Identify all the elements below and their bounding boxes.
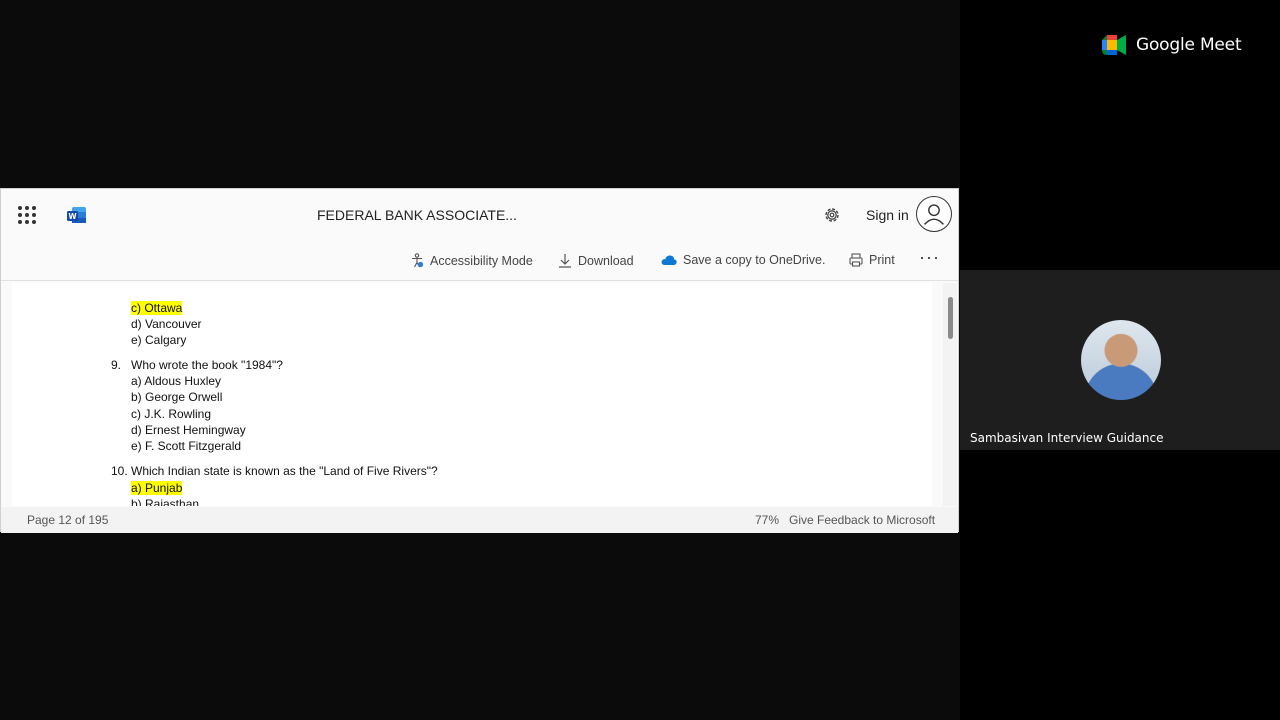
q8-option-c: c) Ottawa — [131, 301, 183, 315]
accessibility-icon — [412, 253, 424, 268]
svg-text:W: W — [68, 212, 77, 221]
q9-option-e: e) F. Scott Fitzgerald — [131, 439, 242, 453]
q10-number: 10. — [111, 464, 128, 478]
participant-tile[interactable]: Sambasivan Interview Guidance — [960, 270, 1280, 450]
page-counter: Page 12 of 195 — [27, 513, 109, 527]
zoom-level[interactable]: 77% — [755, 513, 779, 527]
download-label: Download — [578, 253, 634, 268]
word-logo-icon: W — [67, 207, 86, 223]
print-label: Print — [869, 253, 895, 267]
more-options-button[interactable]: ··· — [919, 247, 940, 268]
status-bar: Page 12 of 195 77% Give Feedback to Micr… — [1, 507, 958, 533]
accessibility-mode-button[interactable]: Accessibility Mode — [410, 253, 533, 268]
command-bar: Accessibility Mode Download Save a copy … — [1, 241, 958, 281]
participant-avatar — [1081, 320, 1161, 400]
q9-option-c: c) J.K. Rowling — [131, 407, 212, 421]
q9-number: 9. — [111, 358, 122, 372]
q9-option-a: a) Aldous Huxley — [131, 374, 222, 388]
save-copy-label: Save a copy to OneDrive. — [683, 253, 826, 267]
document-page[interactable]: c) Ottawa d) Vancouver e) Calgary 9. Who… — [12, 283, 932, 506]
user-avatar-icon[interactable] — [916, 196, 952, 232]
sign-in-link[interactable]: Sign in — [866, 207, 909, 223]
q8-option-d: d) Vancouver — [131, 317, 202, 331]
q10-option-a: a) Punjab — [131, 481, 183, 495]
q8-option-e: e) Calgary — [131, 333, 187, 347]
feedback-link[interactable]: Give Feedback to Microsoft — [789, 513, 935, 527]
participant-name: Sambasivan Interview Guidance — [970, 431, 1164, 445]
q9-option-d: d) Ernest Hemingway — [131, 423, 246, 437]
accessibility-mode-label: Accessibility Mode — [430, 253, 533, 268]
word-viewer-window: W FEDERAL BANK ASSOCIATE... Sign in Acce… — [0, 188, 959, 533]
app-launcher-icon[interactable] — [18, 206, 36, 224]
gear-icon[interactable] — [822, 205, 842, 225]
google-meet-icon — [1102, 35, 1126, 55]
printer-icon — [849, 253, 863, 267]
onedrive-cloud-icon — [661, 255, 677, 265]
save-to-onedrive-button[interactable]: Save a copy to OneDrive. — [661, 253, 825, 267]
scrollbar-thumb[interactable] — [948, 297, 953, 339]
vertical-scrollbar[interactable] — [943, 283, 957, 506]
download-button[interactable]: Download — [558, 253, 634, 268]
q9-option-b: b) George Orwell — [131, 390, 223, 404]
document-title[interactable]: FEDERAL BANK ASSOCIATE... — [317, 207, 517, 223]
download-icon — [559, 254, 571, 268]
q10-question: Which Indian state is known as the "Land… — [131, 464, 438, 478]
viewer-header: W FEDERAL BANK ASSOCIATE... Sign in — [1, 189, 958, 241]
q10-option-b: b) Rajasthan — [131, 497, 200, 506]
google-meet-logo: Google Meet — [1100, 34, 1242, 56]
q9-question: Who wrote the book "1984"? — [131, 358, 283, 372]
print-button[interactable]: Print — [849, 253, 895, 267]
google-meet-label: Google Meet — [1136, 35, 1242, 55]
